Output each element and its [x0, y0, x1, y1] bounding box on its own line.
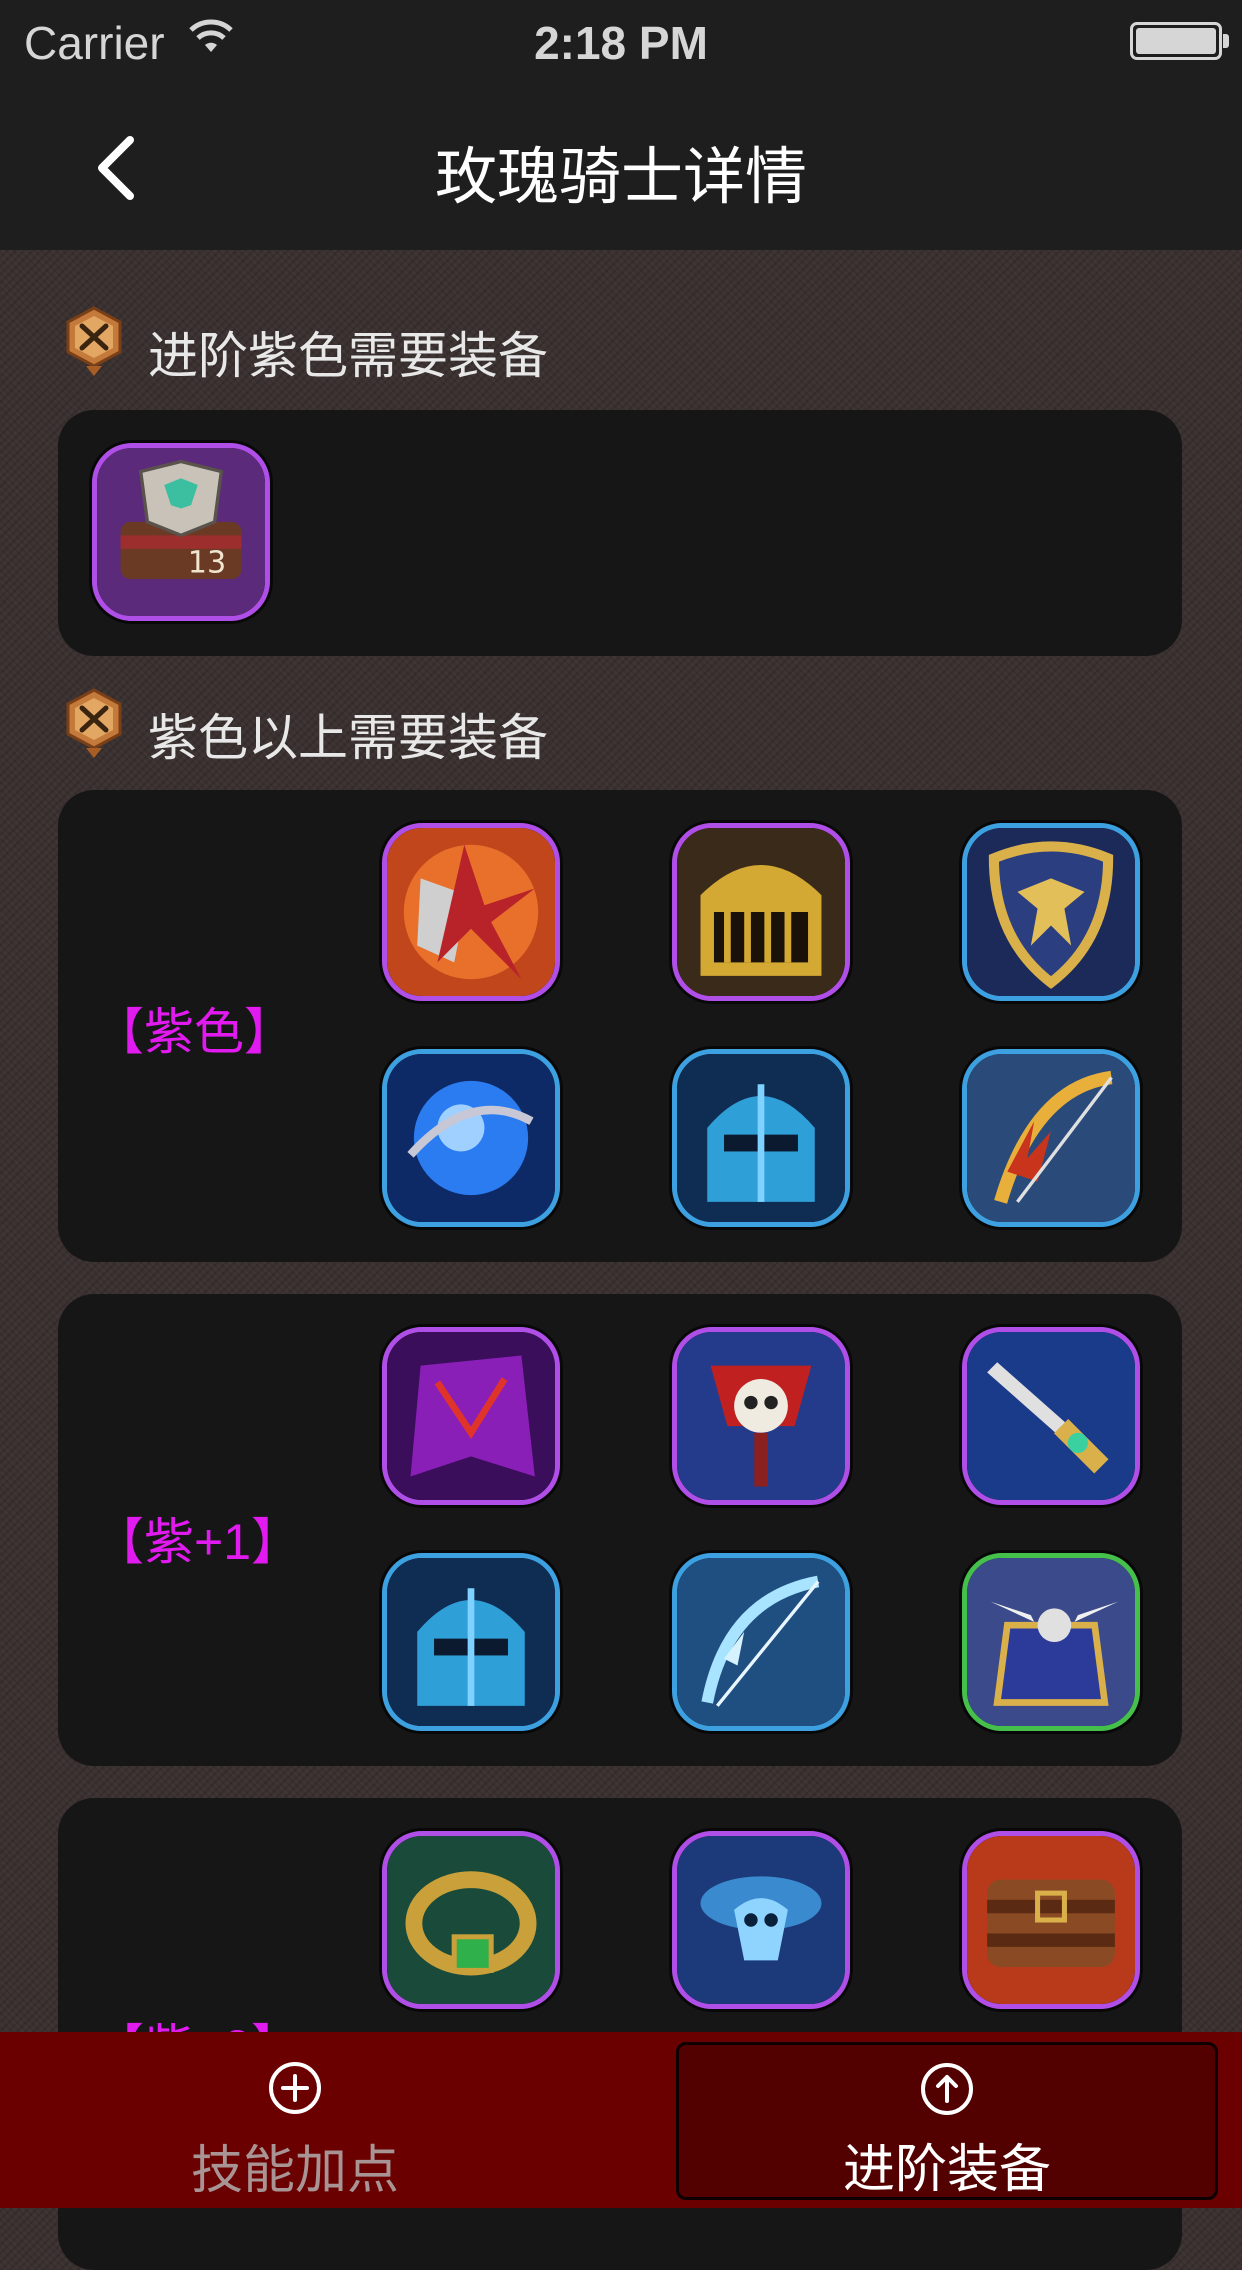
equipment-item[interactable] [672, 1831, 850, 2009]
steel-helmet-icon [677, 1054, 845, 1222]
equipment-item[interactable] [962, 1553, 1140, 1731]
equipment-item[interactable]: 13 [92, 443, 270, 621]
equipment-item[interactable] [962, 823, 1140, 1001]
section-header-above: 紫色以上需要装备 [64, 682, 1164, 772]
equipment-item[interactable] [672, 823, 850, 1001]
winged-boots-icon [967, 1558, 1135, 1726]
section-title: 进阶紫色需要装备 [148, 328, 548, 384]
battery-icon [1130, 22, 1229, 60]
belt-armor-icon: 13 [97, 448, 265, 616]
ice-bow-icon [677, 1558, 845, 1726]
flame-bow-icon [967, 1054, 1135, 1222]
battle-axe-icon [387, 828, 555, 996]
steel-helmet-icon [387, 1558, 555, 1726]
skull-mace-icon [677, 1332, 845, 1500]
equipment-item[interactable] [672, 1049, 850, 1227]
tab-skill-points[interactable]: 技能加点 [0, 2032, 590, 2208]
navigation-bar: 玫瑰骑士详情 [0, 82, 1242, 250]
arrow-up-circle-icon [921, 2063, 973, 2115]
equipment-item[interactable] [382, 1327, 560, 1505]
emerald-ring-icon [387, 1836, 555, 2004]
equipment-item[interactable] [382, 1831, 560, 2009]
tier-panel-purple: 【紫色】 [58, 790, 1182, 1262]
equipment-item[interactable] [962, 1831, 1140, 2009]
plus-circle-icon [269, 2062, 321, 2114]
equipment-item[interactable] [672, 1327, 850, 1505]
section-header-advance: 进阶紫色需要装备 [64, 300, 1164, 390]
equipment-item[interactable] [962, 1049, 1140, 1227]
clock: 2:18 PM [534, 17, 708, 69]
phoenix-shield-icon [967, 828, 1135, 996]
golden-helmet-icon [677, 828, 845, 996]
tab-label: 进阶装备 [842, 2141, 1051, 2199]
skull-armor-icon [677, 1836, 845, 2004]
equipment-item[interactable] [672, 1553, 850, 1731]
crossed-swords-badge-icon [66, 306, 122, 376]
page-title: 玫瑰骑士详情 [434, 143, 807, 212]
svg-text:13: 13 [188, 545, 226, 580]
bottom-tab-bar: 技能加点 进阶装备 [0, 2032, 1242, 2208]
tab-label: 技能加点 [190, 2142, 399, 2200]
section-title: 紫色以上需要装备 [148, 710, 548, 766]
tier-label: 【紫色】 [94, 1004, 294, 1060]
tier-panel-purple-plus-1: 【紫+1】 [58, 1294, 1182, 1766]
blue-orb-icon [387, 1054, 555, 1222]
crossed-swords-badge-icon [66, 688, 122, 758]
tier-label: 【紫+1】 [94, 1514, 302, 1570]
status-bar: Carrier 2:18 PM [0, 0, 1242, 82]
equipment-item[interactable] [382, 823, 560, 1001]
equipment-item[interactable] [382, 1553, 560, 1731]
equipment-item[interactable] [962, 1327, 1140, 1505]
purple-cloak-icon [387, 1332, 555, 1500]
advance-equipment-panel: 13 [58, 410, 1182, 656]
holy-sword-icon [967, 1332, 1135, 1500]
tab-advance-equipment[interactable]: 进阶装备 [676, 2042, 1218, 2200]
leather-belt-icon [967, 1836, 1135, 2004]
equipment-item[interactable] [382, 1049, 560, 1227]
